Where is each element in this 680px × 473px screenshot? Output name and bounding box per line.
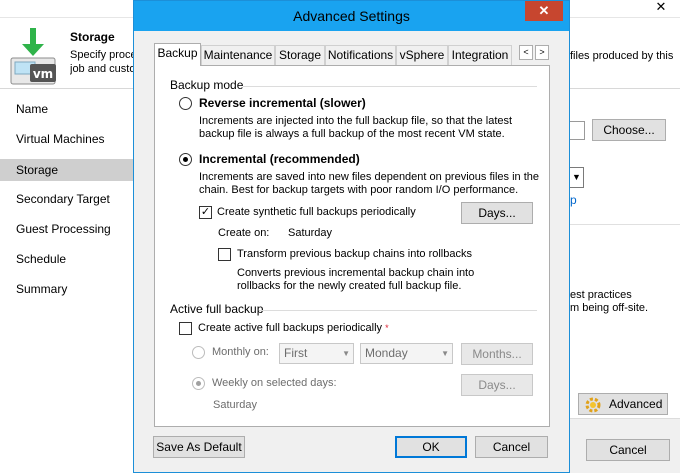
svg-text:vm: vm <box>33 67 53 81</box>
backup-mode-divider <box>243 86 537 87</box>
monthly-day-select[interactable]: Monday ▼ <box>360 343 453 364</box>
tab-scroll-left-button[interactable]: < <box>519 45 533 60</box>
transform-rollbacks-description: Converts previous incremental backup cha… <box>237 267 475 292</box>
synthetic-full-label[interactable]: Create synthetic full backups periodical… <box>217 206 416 219</box>
tab-maintenance[interactable]: Maintenance <box>201 45 275 65</box>
tab-scroll-right-button[interactable]: > <box>535 45 549 60</box>
sidebar-item-guest-processing[interactable]: Guest Processing <box>0 218 133 240</box>
repository-path-input[interactable] <box>570 121 585 140</box>
sidebar-item-secondary-target[interactable]: Secondary Target <box>0 188 133 210</box>
incremental-radio[interactable] <box>179 153 192 166</box>
active-full-checkbox[interactable] <box>179 322 192 335</box>
wizard-step-description-right: files produced by this <box>570 50 674 62</box>
active-full-label[interactable]: Create active full backups periodically … <box>198 322 389 335</box>
create-on-value: Saturday <box>288 227 333 239</box>
monthly-label[interactable]: Monthly on: <box>212 346 269 359</box>
required-marker: * <box>385 323 389 333</box>
tab-vsphere[interactable]: vSphere <box>396 45 448 65</box>
backup-tab-panel: Backup mode Reverse incremental (slower)… <box>154 65 550 427</box>
tab-integration[interactable]: Integration <box>448 45 512 65</box>
reverse-incremental-radio[interactable] <box>179 97 192 110</box>
cancel-button[interactable]: Cancel <box>475 436 548 458</box>
gear-icon <box>585 397 601 413</box>
dialog-close-button[interactable]: ✕ <box>525 1 563 21</box>
vm-storage-icon: vm <box>10 28 56 85</box>
synthetic-days-button[interactable]: Days... <box>461 202 533 224</box>
sidebar-item-schedule[interactable]: Schedule <box>0 248 133 270</box>
wizard-main-right <box>570 89 680 473</box>
save-as-default-button[interactable]: Save As Default <box>153 436 245 458</box>
secondary-target-note: est practices m being off-site. <box>570 289 649 314</box>
chevron-down-icon: ▼ <box>441 349 449 358</box>
tab-storage[interactable]: Storage <box>275 45 325 65</box>
sidebar-item-storage[interactable]: Storage <box>0 159 133 181</box>
weekly-label[interactable]: Weekly on selected days: <box>212 377 337 390</box>
transform-rollbacks-checkbox[interactable] <box>218 248 231 261</box>
active-full-group-label: Active full backup <box>170 302 264 316</box>
main-divider <box>570 224 680 225</box>
sidebar-item-name[interactable]: Name <box>0 98 133 120</box>
active-full-divider <box>259 310 537 311</box>
transform-rollbacks-label[interactable]: Transform previous backup chains into ro… <box>237 248 472 261</box>
map-backup-link[interactable]: p <box>570 193 577 207</box>
months-button[interactable]: Months... <box>461 343 533 365</box>
advanced-button[interactable]: Advanced <box>578 393 668 415</box>
dialog-title: Advanced Settings <box>293 8 410 24</box>
backup-mode-group-label: Backup mode <box>170 78 244 92</box>
chevron-down-icon: ▼ <box>342 349 350 358</box>
reverse-incremental-label[interactable]: Reverse incremental (slower) <box>199 96 366 110</box>
create-on-label: Create on: <box>218 227 270 239</box>
weekly-days-button[interactable]: Days... <box>461 374 533 396</box>
incremental-label[interactable]: Incremental (recommended) <box>199 152 360 166</box>
wizard-close-button[interactable]: ✕ <box>642 0 680 16</box>
tab-notifications[interactable]: Notifications <box>325 45 396 65</box>
weekly-radio[interactable] <box>192 377 205 390</box>
choose-button[interactable]: Choose... <box>592 119 666 141</box>
advanced-settings-dialog: Advanced Settings ✕ Backup Maintenance S… <box>133 0 570 473</box>
wizard-cancel-button[interactable]: Cancel <box>586 439 670 461</box>
incremental-description: Increments are saved into new files depe… <box>199 171 539 196</box>
repository-select-arrow[interactable]: ▼ <box>570 167 584 188</box>
dialog-title-bar: Advanced Settings ✕ <box>134 1 569 31</box>
weekly-days-value: Saturday <box>213 399 258 411</box>
wizard-step-description: Specify proce job and custo <box>70 49 137 75</box>
wizard-step-title: Storage <box>70 30 115 44</box>
monthly-week-select[interactable]: First ▼ <box>279 343 354 364</box>
wizard-sidebar: Name Virtual Machines Storage Secondary … <box>0 89 133 473</box>
tab-backup[interactable]: Backup <box>154 43 201 66</box>
reverse-incremental-description: Increments are injected into the full ba… <box>199 115 513 140</box>
sidebar-item-virtual-machines[interactable]: Virtual Machines <box>0 128 133 150</box>
synthetic-full-checkbox[interactable]: ✓ <box>199 206 212 219</box>
ok-button[interactable]: OK <box>395 436 467 458</box>
sidebar-item-summary[interactable]: Summary <box>0 278 133 300</box>
monthly-radio[interactable] <box>192 346 205 359</box>
